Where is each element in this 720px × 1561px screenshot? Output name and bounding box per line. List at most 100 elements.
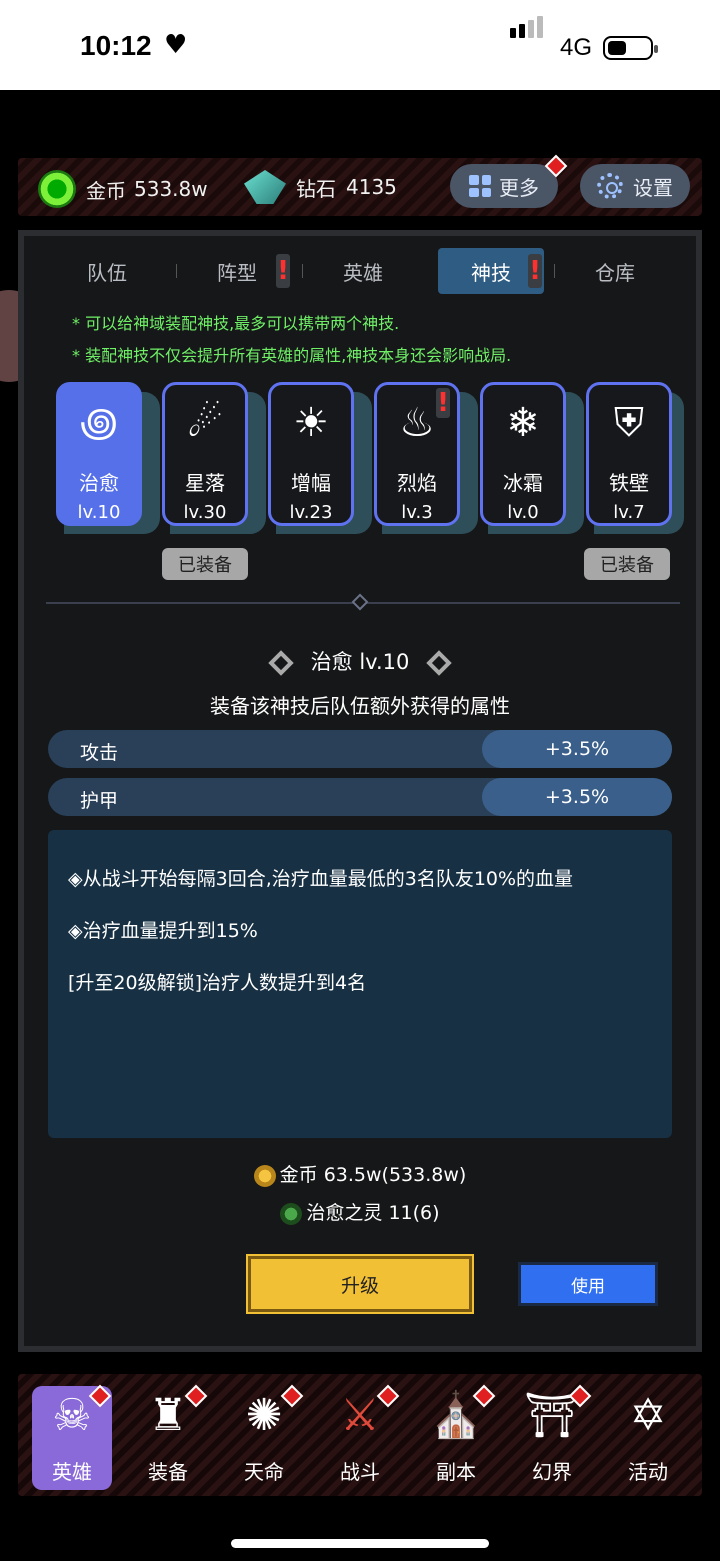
heal-spirit-icon (280, 1202, 303, 1225)
nav-label: 战斗 (340, 1460, 380, 1484)
nav-label: 幻界 (532, 1460, 572, 1484)
skill-level: lv.30 (183, 502, 227, 523)
diamond-ornament-icon (426, 650, 452, 676)
notification-badge (544, 154, 568, 178)
more-label: 更多 (499, 175, 539, 200)
cost-spirit: 治愈之灵 11(6) (24, 1198, 696, 1225)
diamond-ornament-icon (268, 650, 294, 676)
gold-resource: 金币 533.8w (38, 170, 208, 208)
upgrade-button[interactable]: 升级 (248, 1256, 472, 1312)
tab-label: 阵型 (217, 260, 257, 285)
skill-description: ◈从战斗开始每隔3回合,治疗血量最低的3名队友10%的血量 ◈治疗血量提升到15… (48, 830, 672, 1138)
tab-label: 英雄 (343, 260, 383, 285)
equipped-badge: 已装备 (584, 548, 670, 580)
skill-card-heal[interactable]: ꩜ 治愈 lv.10 (56, 382, 160, 534)
tab-label: 队伍 (87, 260, 127, 285)
skill-detail-title: 治愈 lv.10 (24, 646, 696, 676)
nav-hero[interactable]: ☠ 英雄 (32, 1384, 112, 1490)
cost-spirit-text: 治愈之灵 11(6) (306, 1202, 440, 1224)
use-button[interactable]: 使用 (518, 1262, 658, 1306)
skill-card-amplify[interactable]: ☀ 增幅 lv.23 (268, 382, 372, 534)
description-line: [升至20级解锁]治疗人数提升到4名 (68, 972, 367, 994)
bottom-nav: ☠ 英雄 ♜ 装备 ✺ 天命 ⚔ 战斗 ⛪ 副本 ⛩ 幻界 ✡ 活动 (18, 1374, 702, 1496)
stat-label: 护甲 (80, 790, 119, 812)
skill-card-iron-wall[interactable]: ⛨ 铁壁 lv.7 (586, 382, 684, 534)
diamond-label: 钻石 (296, 176, 336, 201)
skill-list: ꩜ 治愈 lv.10 ☄ 星落 lv.30 ☀ 增幅 lv.23 ♨ 烈焰 lv… (56, 382, 686, 534)
resource-bar: 金币 533.8w 钻石 4135 更多 设置 (18, 154, 702, 216)
grid-icon (469, 175, 491, 197)
nav-label: 英雄 (52, 1460, 92, 1484)
scroll-icon: ✡ (629, 1390, 667, 1441)
nav-events[interactable]: ✡ 活动 (608, 1386, 688, 1490)
gold-value: 533.8w (134, 177, 208, 201)
stat-row-armor: 护甲 +3.5% (48, 778, 672, 816)
nav-destiny[interactable]: ✺ 天命 (224, 1384, 304, 1490)
cost-gold-text: 金币 63.5w(533.8w) (279, 1164, 467, 1186)
skill-level: lv.7 (613, 502, 645, 523)
tab-formation[interactable]: 阵型 (184, 248, 290, 294)
nav-label: 副本 (436, 1460, 476, 1484)
gold-label: 金币 (86, 178, 126, 203)
diamond-resource: 钻石 4135 (244, 170, 397, 204)
gold-coin-icon (38, 170, 76, 208)
tab-team[interactable]: 队伍 (54, 248, 160, 294)
skill-level: lv.0 (507, 502, 539, 523)
nav-equipment[interactable]: ♜ 装备 (128, 1384, 208, 1490)
skill-level: lv.23 (289, 502, 333, 523)
nav-label: 天命 (244, 1460, 284, 1484)
nav-dungeon[interactable]: ⛪ 副本 (416, 1384, 496, 1490)
settings-button[interactable]: 设置 (580, 164, 690, 208)
settings-label: 设置 (633, 175, 673, 200)
alert-icon: ! (436, 388, 450, 418)
nav-illusion-realm[interactable]: ⛩ 幻界 (512, 1384, 592, 1490)
status-time: 10:12 (80, 30, 152, 61)
nav-label: 活动 (628, 1460, 668, 1484)
skill-card-flame[interactable]: ♨ 烈焰 lv.3 ! (374, 382, 478, 534)
meteor-icon: ☄ (187, 400, 223, 446)
swirl-icon: ꩜ (80, 400, 118, 446)
hint-line-1: * 可以给神域装配神技,最多可以携带两个神技. (72, 314, 400, 333)
stat-row-attack: 攻击 +3.5% (48, 730, 672, 768)
skill-name: 铁壁 (609, 471, 649, 495)
gold-coin-icon (253, 1164, 276, 1187)
stat-label: 攻击 (80, 742, 119, 764)
stat-value: +3.5% (482, 778, 672, 816)
gear-icon (597, 173, 623, 199)
skill-detail-name: 治愈 lv.10 (310, 650, 410, 674)
aura-figure-icon: ☀ (293, 400, 329, 446)
hint-line-2: * 装配神技不仅会提升所有英雄的属性,神技本身还会影响战局. (72, 346, 512, 365)
skill-name: 治愈 (79, 471, 119, 495)
tab-warehouse[interactable]: 仓库 (562, 248, 668, 294)
battery-icon (603, 36, 658, 60)
tab-bar: 队伍 阵型 ! 英雄 神技 ! 仓库 (54, 248, 674, 294)
skill-card-frost[interactable]: ❄ 冰霜 lv.0 (480, 382, 584, 534)
skill-card-starfall[interactable]: ☄ 星落 lv.30 (162, 382, 266, 534)
divine-skill-panel: 队伍 阵型 ! 英雄 神技 ! 仓库 * 可以给神域装配神技,最多可以携带两个神… (18, 230, 702, 1352)
skill-level: lv.10 (77, 502, 121, 523)
alert-icon: ! (276, 254, 290, 288)
more-button[interactable]: 更多 (450, 154, 568, 208)
skill-detail-subtitle: 装备该神技后队伍额外获得的属性 (210, 694, 510, 718)
skill-level: lv.3 (401, 502, 433, 523)
diamond-icon (244, 170, 286, 204)
stat-value: +3.5% (482, 730, 672, 768)
skill-name: 星落 (185, 471, 225, 495)
description-line: ◈治疗血量提升到15% (68, 920, 258, 942)
alert-icon: ! (528, 254, 542, 288)
nav-battle[interactable]: ⚔ 战斗 (320, 1384, 400, 1490)
tab-hero[interactable]: 英雄 (310, 248, 416, 294)
cost-gold: 金币 63.5w(533.8w) (24, 1160, 696, 1187)
heart-icon: ♥ (164, 30, 188, 60)
skill-name: 冰霜 (503, 471, 543, 495)
network-type: 4G (560, 34, 593, 61)
status-bar: 10:12 ♥ 4G (0, 0, 720, 90)
skill-name: 增幅 (291, 471, 331, 495)
tab-label: 仓库 (595, 260, 635, 285)
nav-label: 装备 (148, 1460, 188, 1484)
skill-name: 烈焰 (397, 471, 437, 495)
equipped-badge: 已装备 (162, 548, 248, 580)
diamond-value: 4135 (346, 175, 397, 199)
home-indicator[interactable] (231, 1539, 489, 1548)
divider-ornament (351, 593, 369, 611)
